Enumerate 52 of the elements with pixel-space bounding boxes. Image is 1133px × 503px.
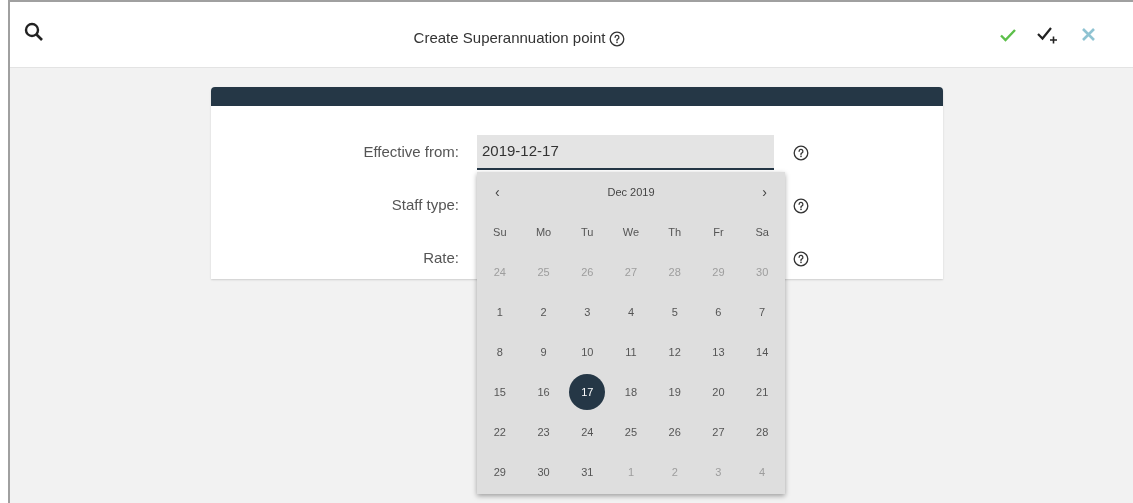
- calendar-day[interactable]: 12: [656, 334, 693, 370]
- calendar-day[interactable]: 29: [481, 454, 518, 490]
- weekday-label: We: [621, 224, 641, 240]
- weekday-label: Su: [492, 224, 508, 240]
- calendar-day[interactable]: 22: [481, 414, 518, 450]
- previous-month-button[interactable]: ‹: [491, 181, 504, 203]
- calendar-day[interactable]: 20: [700, 374, 737, 410]
- calendar-day[interactable]: 23: [525, 414, 562, 450]
- calendar-day[interactable]: 30: [525, 454, 562, 490]
- calendar-day[interactable]: 15: [481, 374, 518, 410]
- weekday-label: Tu: [580, 224, 595, 240]
- weekday-label: Th: [667, 224, 683, 240]
- field-label: Rate:: [422, 248, 459, 269]
- help-icon[interactable]: [793, 250, 809, 267]
- calendar-day[interactable]: 5: [656, 294, 693, 330]
- calendar-day[interactable]: 31: [569, 454, 606, 490]
- calendar-day[interactable]: 16: [525, 374, 562, 410]
- calendar-day[interactable]: 21: [744, 374, 781, 410]
- calendar-day[interactable]: 19: [656, 374, 693, 410]
- close-icon: [1080, 27, 1096, 42]
- help-icon[interactable]: [793, 197, 809, 214]
- field-label: Staff type:: [390, 195, 459, 216]
- month-label: Dec 2019: [607, 184, 655, 200]
- field-label: Effective from:: [362, 142, 459, 163]
- calendar-day[interactable]: 13: [700, 334, 737, 370]
- calendar-day[interactable]: 17: [569, 374, 606, 410]
- calendar-day[interactable]: 18: [613, 374, 649, 410]
- calendar-day[interactable]: 8: [481, 334, 518, 370]
- calendar-day[interactable]: 4: [613, 294, 649, 330]
- page-title: Create Superannuation point: [413, 28, 606, 49]
- search-icon[interactable]: [24, 21, 44, 42]
- weekday-label: Fr: [712, 224, 725, 240]
- date-field[interactable]: 2019-12-17: [477, 135, 774, 170]
- calendar-day[interactable]: 1: [481, 294, 518, 330]
- weekday-label: Sa: [754, 224, 770, 240]
- calendar-day[interactable]: 14: [744, 334, 781, 370]
- calendar-day[interactable]: 6: [700, 294, 737, 330]
- weekday-label: Mo: [534, 224, 553, 240]
- calendar-day[interactable]: 7: [744, 294, 781, 330]
- calendar-day[interactable]: 11: [613, 334, 649, 370]
- calendar-day[interactable]: 24: [569, 414, 606, 450]
- calendar-day[interactable]: 9: [525, 334, 562, 370]
- calendar-day[interactable]: 27: [700, 414, 737, 450]
- calendar-day[interactable]: 25: [613, 414, 649, 450]
- calendar-day[interactable]: 2: [525, 294, 562, 330]
- help-icon[interactable]: [793, 144, 809, 161]
- help-icon[interactable]: [609, 30, 626, 47]
- next-month-button[interactable]: ›: [758, 181, 771, 203]
- calendar-day[interactable]: 10: [569, 334, 606, 370]
- calendar-day[interactable]: 26: [656, 414, 693, 450]
- calendar-day[interactable]: 3: [569, 294, 606, 330]
- calendar-day[interactable]: 28: [744, 414, 781, 450]
